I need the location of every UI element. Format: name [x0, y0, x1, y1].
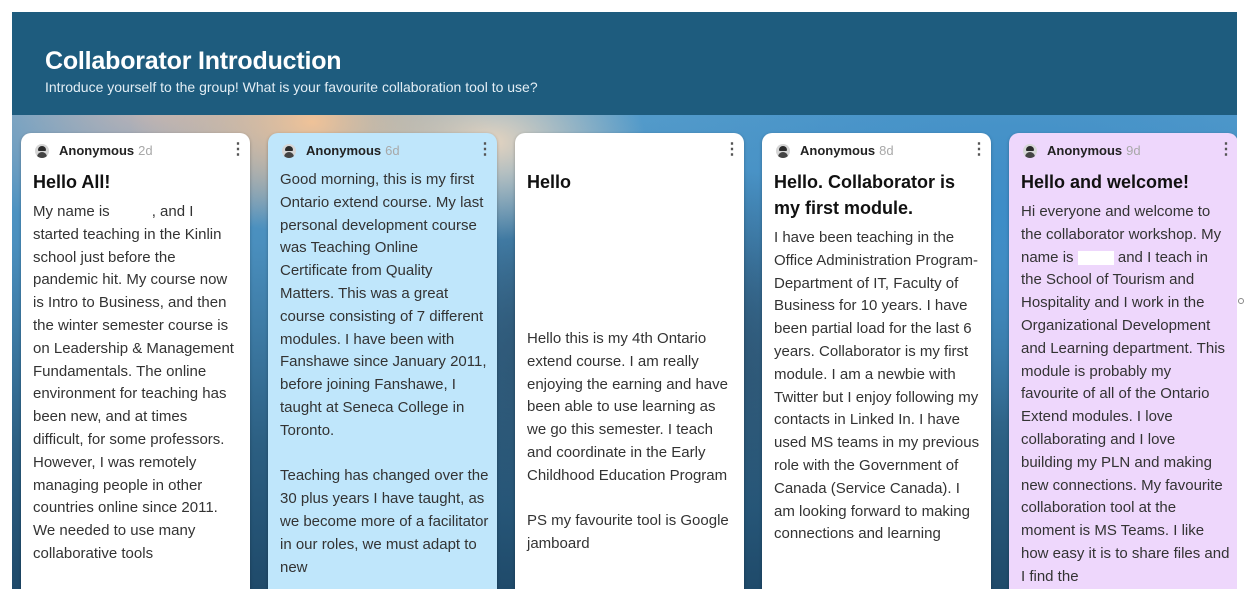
post-card[interactable]: Anonymous 6d ⋮ Good morning, this is my f…: [268, 133, 497, 589]
post-title: Hello. Collaborator is my first module.: [774, 172, 956, 218]
post-card[interactable]: Anonymous 2d ⋮ Hello All! My name is, and…: [21, 133, 250, 589]
post-card[interactable]: Anonymous 8d ⋮ Hello. Collaborator is my …: [762, 133, 991, 589]
post-body: Good morning, this is my first Ontario e…: [280, 171, 489, 576]
post-card[interactable]: ⋮ Hello Hello this is my 4th Ontario ext…: [515, 133, 744, 589]
post-body: I have been teaching in the Office Admin…: [774, 229, 980, 543]
avatar-icon: [282, 144, 296, 158]
more-options-icon[interactable]: ⋮: [971, 141, 987, 161]
post-header: Anonymous 6d ⋮: [280, 141, 493, 161]
more-options-icon[interactable]: ⋮: [230, 141, 246, 161]
post-author: Anonymous 9d: [1047, 143, 1141, 158]
post-card[interactable]: Anonymous 9d ⋮ Hello and welcome! Hi ever…: [1009, 133, 1237, 589]
board-subtitle: Introduce yourself to the group! What is…: [45, 79, 538, 95]
redacted-name: [109, 205, 152, 220]
avatar-icon: [1023, 144, 1037, 158]
board-header: Collaborator Introduction Introduce your…: [12, 12, 1237, 115]
post-header: ⋮: [527, 141, 740, 161]
avatar-icon: [35, 144, 49, 158]
post-body: Hello this is my 4th Ontario extend cour…: [527, 330, 729, 553]
post-age: 8d: [879, 143, 894, 158]
post-body: Hi everyone and welcome to the collabora…: [1021, 203, 1230, 585]
padlet-board: Collaborator Introduction Introduce your…: [12, 12, 1237, 589]
more-options-icon[interactable]: ⋮: [1218, 141, 1234, 161]
post-header: Anonymous 2d ⋮: [33, 141, 246, 161]
post-title: Hello: [527, 172, 572, 192]
board-title: Collaborator Introduction: [45, 47, 342, 75]
more-options-icon[interactable]: ⋮: [724, 141, 740, 161]
post-body: My name is, and I started teaching in th…: [33, 203, 234, 562]
post-age: 2d: [138, 143, 153, 158]
post-title: Hello and welcome!: [1021, 172, 1190, 192]
post-author: Anonymous 6d: [306, 143, 400, 158]
more-options-icon[interactable]: ⋮: [477, 141, 493, 161]
post-author: Anonymous 8d: [800, 143, 894, 158]
avatar-icon: [776, 144, 790, 158]
post-age: 6d: [385, 143, 400, 158]
post-header: Anonymous 8d ⋮: [774, 141, 987, 161]
scroll-handle[interactable]: [1238, 298, 1244, 304]
post-age: 9d: [1126, 143, 1141, 158]
post-title: Hello All!: [33, 172, 111, 192]
post-header: Anonymous 9d ⋮: [1021, 141, 1234, 161]
redacted-name: [1077, 250, 1114, 265]
post-author: Anonymous 2d: [59, 143, 153, 158]
